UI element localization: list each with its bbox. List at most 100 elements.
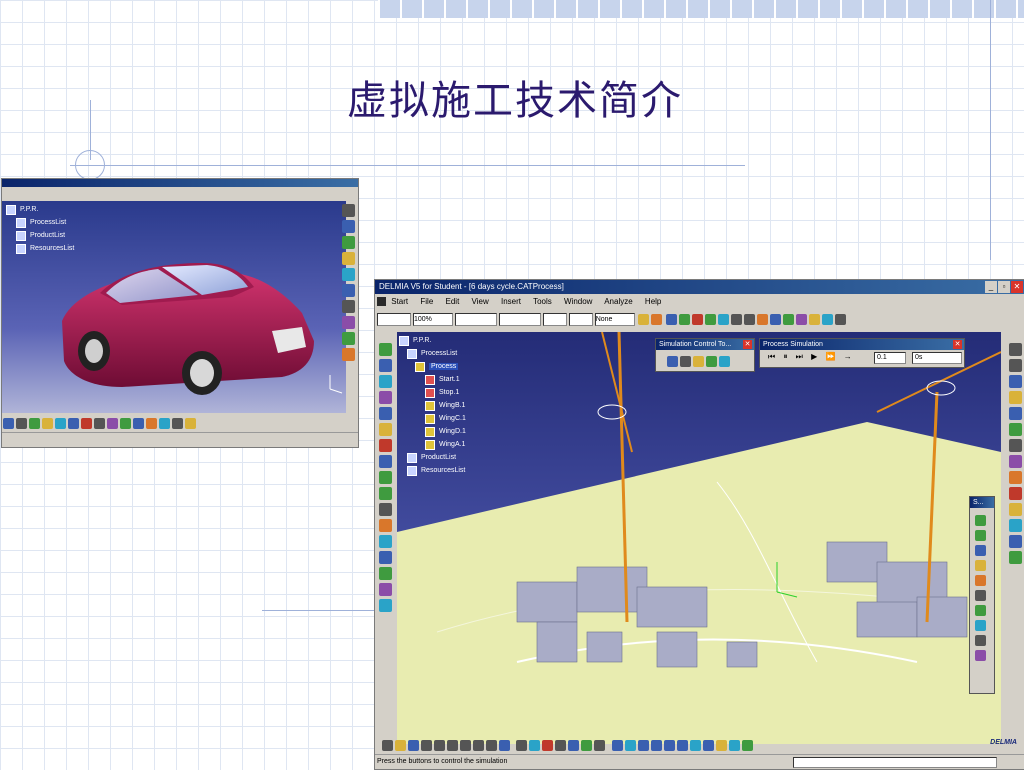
tree-node-selected[interactable]: Process (399, 360, 466, 373)
color-select[interactable] (377, 313, 411, 326)
tool-icon[interactable] (1008, 503, 1022, 516)
close-icon[interactable]: ✕ (953, 340, 962, 349)
tool-icon[interactable] (808, 314, 820, 325)
tool-icon[interactable] (172, 418, 183, 430)
paint-icon[interactable] (637, 314, 649, 325)
time-value-field[interactable]: 0s (912, 352, 962, 364)
tool-icon[interactable] (378, 407, 392, 420)
hide-show-icon[interactable] (728, 740, 740, 752)
tree-node[interactable]: Start.1 (399, 373, 466, 386)
tool-icon[interactable] (691, 314, 703, 325)
tool-icon[interactable] (782, 314, 794, 325)
save-icon[interactable] (408, 740, 419, 752)
car-3d-viewport[interactable]: P.P.R. ProcessList ProductList Resources… (2, 201, 346, 413)
fit-all-icon[interactable] (624, 740, 636, 752)
tool-icon[interactable] (975, 590, 986, 601)
tool-icon[interactable] (1008, 407, 1022, 420)
help-icon[interactable] (499, 740, 510, 752)
undo-icon[interactable] (473, 740, 484, 752)
cut-icon[interactable] (434, 740, 445, 752)
tool-icon[interactable] (341, 284, 355, 297)
tool-icon[interactable] (378, 391, 392, 404)
open-icon[interactable] (395, 740, 406, 752)
tool-icon[interactable] (378, 519, 392, 532)
tool-icon[interactable] (341, 236, 355, 249)
menu-insert[interactable]: Insert (501, 297, 521, 306)
tree-node[interactable]: Stop.1 (399, 386, 466, 399)
redo-icon[interactable] (486, 740, 497, 752)
sim-tool-icon[interactable] (680, 356, 691, 368)
pan-icon[interactable] (637, 740, 649, 752)
formula-icon[interactable] (516, 740, 528, 752)
tree-node[interactable]: WingB.1 (399, 399, 466, 412)
tool-icon[interactable] (3, 418, 14, 430)
tool-icon[interactable] (341, 332, 355, 345)
copy-icon[interactable] (447, 740, 458, 752)
tool-icon[interactable] (730, 314, 742, 325)
menu-help[interactable]: Help (645, 297, 661, 306)
tool-icon[interactable] (529, 740, 541, 752)
tool-icon[interactable] (1008, 535, 1022, 548)
tool-icon[interactable] (743, 314, 755, 325)
tree-node[interactable]: WingD.1 (399, 425, 466, 438)
normal-view-icon[interactable] (689, 740, 701, 752)
tool-icon[interactable] (378, 487, 392, 500)
views-icon[interactable] (702, 740, 714, 752)
tool-icon[interactable] (1008, 423, 1022, 436)
tool-icon[interactable] (542, 740, 554, 752)
layer-num-select[interactable] (568, 313, 593, 326)
maximize-icon[interactable]: ▫ (998, 281, 1010, 293)
fast-forward-icon[interactable]: ⏩ (826, 352, 836, 361)
step-value-field[interactable]: 0.1 (874, 352, 906, 364)
tool-icon[interactable] (1008, 359, 1022, 372)
rotate-icon[interactable] (650, 740, 662, 752)
tool-icon[interactable] (378, 583, 392, 596)
tool-icon[interactable] (341, 252, 355, 265)
tool-icon[interactable] (378, 455, 392, 468)
render-icon[interactable] (715, 740, 727, 752)
tree-node[interactable]: WingC.1 (399, 412, 466, 425)
tool-icon[interactable] (94, 418, 105, 430)
tool-icon[interactable] (341, 316, 355, 329)
tree-node[interactable]: ProductList (399, 451, 466, 464)
tool-icon[interactable] (795, 314, 807, 325)
swap-icon[interactable] (741, 740, 753, 752)
zoom-out-icon[interactable] (676, 740, 688, 752)
tool-icon[interactable] (29, 418, 40, 430)
menu-start[interactable]: Start (391, 297, 408, 306)
tool-icon[interactable] (975, 650, 986, 661)
tree-node[interactable]: WingA.1 (399, 438, 466, 451)
tool-icon[interactable] (1008, 519, 1022, 532)
tool-icon[interactable] (378, 375, 392, 388)
tool-icon[interactable] (975, 515, 986, 526)
tool-icon[interactable] (975, 620, 986, 631)
tool-icon[interactable] (1008, 551, 1022, 564)
tool-icon[interactable] (555, 740, 567, 752)
point-select[interactable] (542, 313, 567, 326)
tool-icon[interactable] (975, 575, 986, 586)
tool-icon[interactable] (756, 314, 768, 325)
menu-edit[interactable]: Edit (446, 297, 460, 306)
tool-icon[interactable] (81, 418, 92, 430)
tool-icon[interactable] (581, 740, 593, 752)
tool-icon[interactable] (341, 204, 355, 217)
tool-icon[interactable] (665, 314, 677, 325)
tool-icon[interactable] (568, 740, 580, 752)
text-tool-icon[interactable] (1008, 439, 1022, 452)
tool-icon[interactable] (1008, 391, 1022, 404)
zoom-select[interactable]: 100% (412, 313, 453, 326)
tool-icon[interactable] (975, 545, 986, 556)
tool-icon[interactable] (341, 220, 355, 233)
tool-icon[interactable] (55, 418, 66, 430)
tool-icon[interactable] (1008, 471, 1022, 484)
close-icon[interactable]: ✕ (1011, 281, 1023, 293)
lineweight-select[interactable] (498, 313, 541, 326)
tool-icon[interactable] (378, 551, 392, 564)
linetype-select[interactable] (454, 313, 497, 326)
tree-node[interactable]: P.P.R. (399, 334, 466, 347)
sim-tool-icon[interactable] (667, 356, 678, 368)
tool-icon[interactable] (378, 343, 392, 356)
layer-select[interactable]: None (594, 313, 635, 326)
tool-icon[interactable] (159, 418, 170, 430)
tool-icon[interactable] (341, 268, 355, 281)
